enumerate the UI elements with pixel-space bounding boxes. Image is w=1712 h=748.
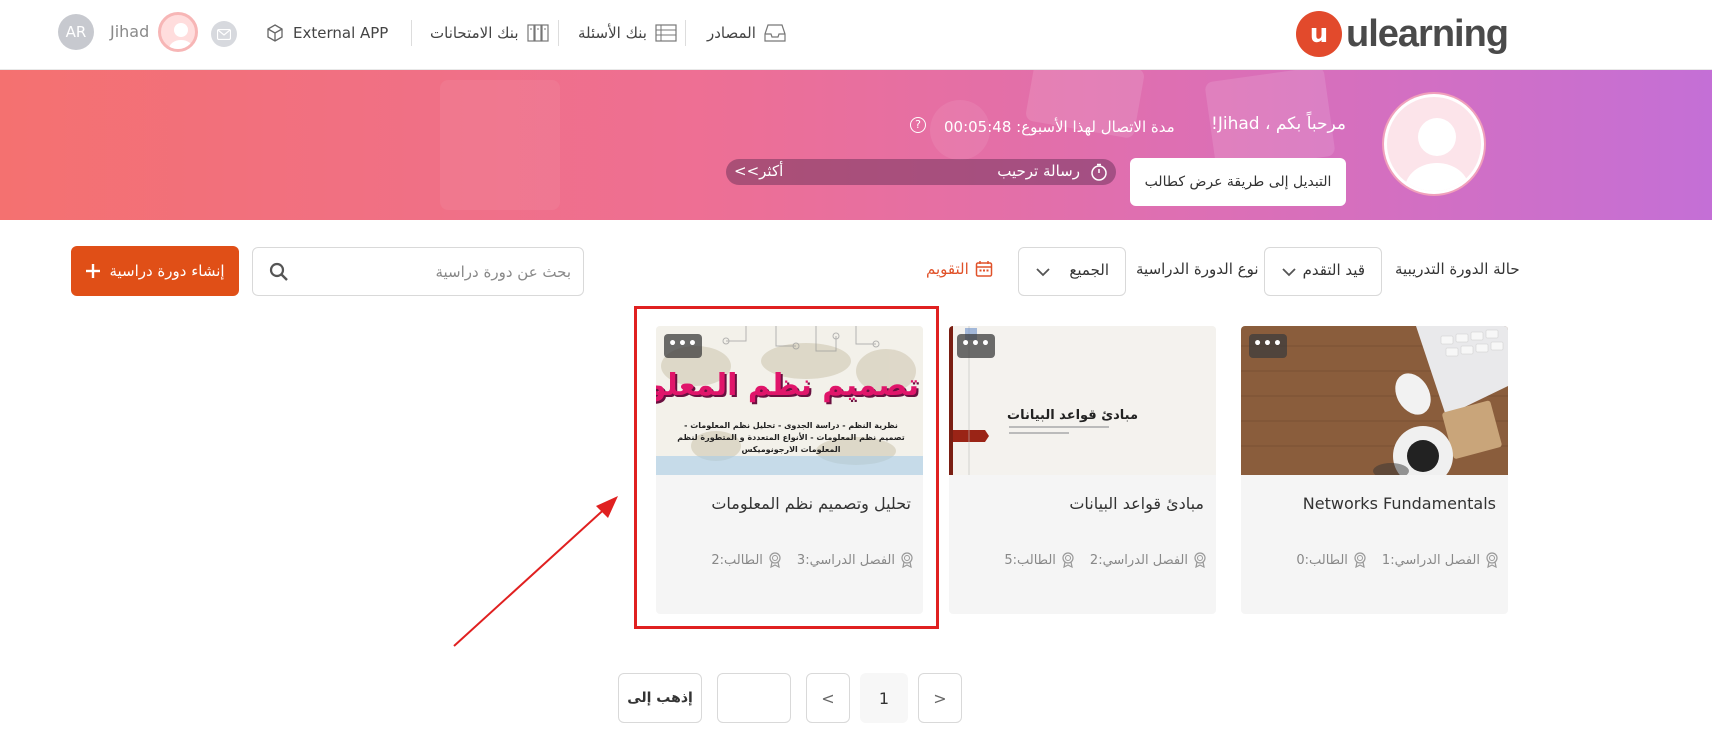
course-card[interactable]: مبادئ قواعد البيانات ••• مبادئ قواعد الب… — [949, 326, 1216, 614]
logo-mark: u — [1296, 11, 1342, 57]
badge-icon — [1354, 552, 1366, 568]
students-info: الطالب:5 — [1004, 552, 1076, 568]
prev-page-button[interactable]: < — [806, 673, 850, 723]
nav-exam-bank[interactable]: بنك الامتحانات — [430, 0, 549, 66]
more-options-button[interactable]: ••• — [1249, 334, 1287, 358]
cube-icon — [267, 24, 283, 42]
course-card[interactable]: ••• Networks Fundamentals الفصل الدراسي:… — [1241, 326, 1508, 614]
course-type-label: نوع الدورة الدراسية — [1136, 260, 1259, 278]
badge-icon — [1194, 552, 1206, 568]
students-text: الطالب:5 — [1004, 552, 1056, 568]
chevron-down-icon — [1036, 268, 1050, 277]
nav-resources[interactable]: المصادر — [707, 0, 786, 66]
user-avatar[interactable] — [158, 12, 198, 52]
badge-icon — [1062, 552, 1074, 568]
nav-resources-label: المصادر — [707, 24, 756, 42]
course-cover-image[interactable]: ••• — [1241, 326, 1508, 475]
term-text: الفصل الدراسي:1 — [1381, 552, 1480, 568]
top-navigation-bar: AR Jihad External APP بنك الامتحانات بنك… — [0, 0, 1712, 70]
page-number-current[interactable]: 1 — [860, 673, 908, 723]
nav-question-bank-label: بنك الأسئلة — [578, 24, 647, 42]
course-meta: الفصل الدراسي:2 الطالب:5 — [1004, 552, 1208, 568]
more-link[interactable]: أكثر>> — [734, 162, 783, 180]
welcome-message-title: رسالة ترحيب — [997, 162, 1080, 180]
question-bank-icon — [655, 24, 677, 42]
course-type-value: الجميع — [1069, 261, 1109, 279]
students-text: الطالب:0 — [1296, 552, 1348, 568]
cover-title: مبادئ قواعد البيانات — [1007, 408, 1139, 423]
user-initials-avatar[interactable]: AR — [58, 14, 94, 50]
welcome-banner: مرحباً بكم ، Jihad! مدة الاتصال لهذا الأ… — [0, 70, 1712, 220]
term-info: الفصل الدراسي:2 — [1090, 552, 1208, 568]
nav-external-app-label: External APP — [293, 24, 389, 42]
course-title[interactable]: Networks Fundamentals — [1303, 494, 1496, 513]
nav-external-app[interactable]: External APP — [265, 0, 388, 66]
help-icon[interactable]: ? — [910, 117, 926, 133]
welcome-message-bar[interactable]: رسالة ترحيب أكثر>> — [726, 159, 1116, 185]
calendar-link[interactable]: التقويم — [926, 260, 993, 278]
term-text: الفصل الدراسي:2 — [1089, 552, 1188, 568]
search-icon[interactable] — [269, 262, 289, 282]
course-status-select[interactable]: قيد التقدم — [1264, 247, 1382, 296]
course-status-label: حالة الدورة التدريبية — [1395, 260, 1520, 278]
course-type-select[interactable]: الجميع — [1018, 247, 1126, 296]
online-time: مدة الاتصال لهذا الأسبوع: 00:05:48 — [944, 118, 1175, 136]
course-cover-image[interactable]: مبادئ قواعد البيانات ••• — [949, 326, 1216, 475]
switch-to-student-view-button[interactable]: التبديل إلى طريقة عرض كطالب — [1130, 158, 1346, 206]
plus-icon — [86, 264, 101, 278]
nav-exam-bank-label: بنك الامتحانات — [430, 24, 519, 42]
goto-page-button[interactable]: إذهب إلى — [618, 673, 702, 723]
user-name[interactable]: Jihad — [110, 22, 149, 41]
course-search-box[interactable] — [252, 247, 584, 296]
exam-bank-icon — [526, 24, 549, 42]
welcome-text: مرحباً بكم ، Jihad! — [1211, 114, 1346, 134]
create-course-label: إنشاء دورة دراسية — [109, 262, 225, 280]
course-meta: الفصل الدراسي:1 الطالب:0 — [1296, 552, 1500, 568]
course-status-value: قيد التقدم — [1302, 261, 1365, 279]
ulearning-logo[interactable]: u ulearning — [1296, 8, 1509, 60]
highlight-box — [634, 306, 939, 629]
annotation-arrow — [453, 496, 618, 647]
mail-icon[interactable] — [211, 21, 237, 47]
term-info: الفصل الدراسي:1 — [1382, 552, 1500, 568]
chevron-down-icon — [1282, 268, 1296, 277]
calendar-icon — [975, 261, 993, 277]
course-title[interactable]: مبادئ قواعد البيانات — [1069, 494, 1204, 513]
calendar-label: التقويم — [926, 260, 969, 278]
profile-avatar[interactable] — [1384, 94, 1484, 194]
logo-text: ulearning — [1346, 12, 1509, 55]
next-page-button[interactable]: > — [918, 673, 962, 723]
inbox-icon — [764, 24, 786, 42]
course-search-input[interactable] — [297, 248, 577, 295]
goto-page-input[interactable] — [717, 673, 791, 723]
nav-question-bank[interactable]: بنك الأسئلة — [578, 0, 677, 66]
create-course-button[interactable]: إنشاء دورة دراسية — [71, 246, 239, 296]
badge-icon — [1486, 552, 1498, 568]
timer-icon — [1091, 163, 1107, 181]
more-options-button[interactable]: ••• — [957, 334, 995, 358]
students-info: الطالب:0 — [1296, 552, 1368, 568]
